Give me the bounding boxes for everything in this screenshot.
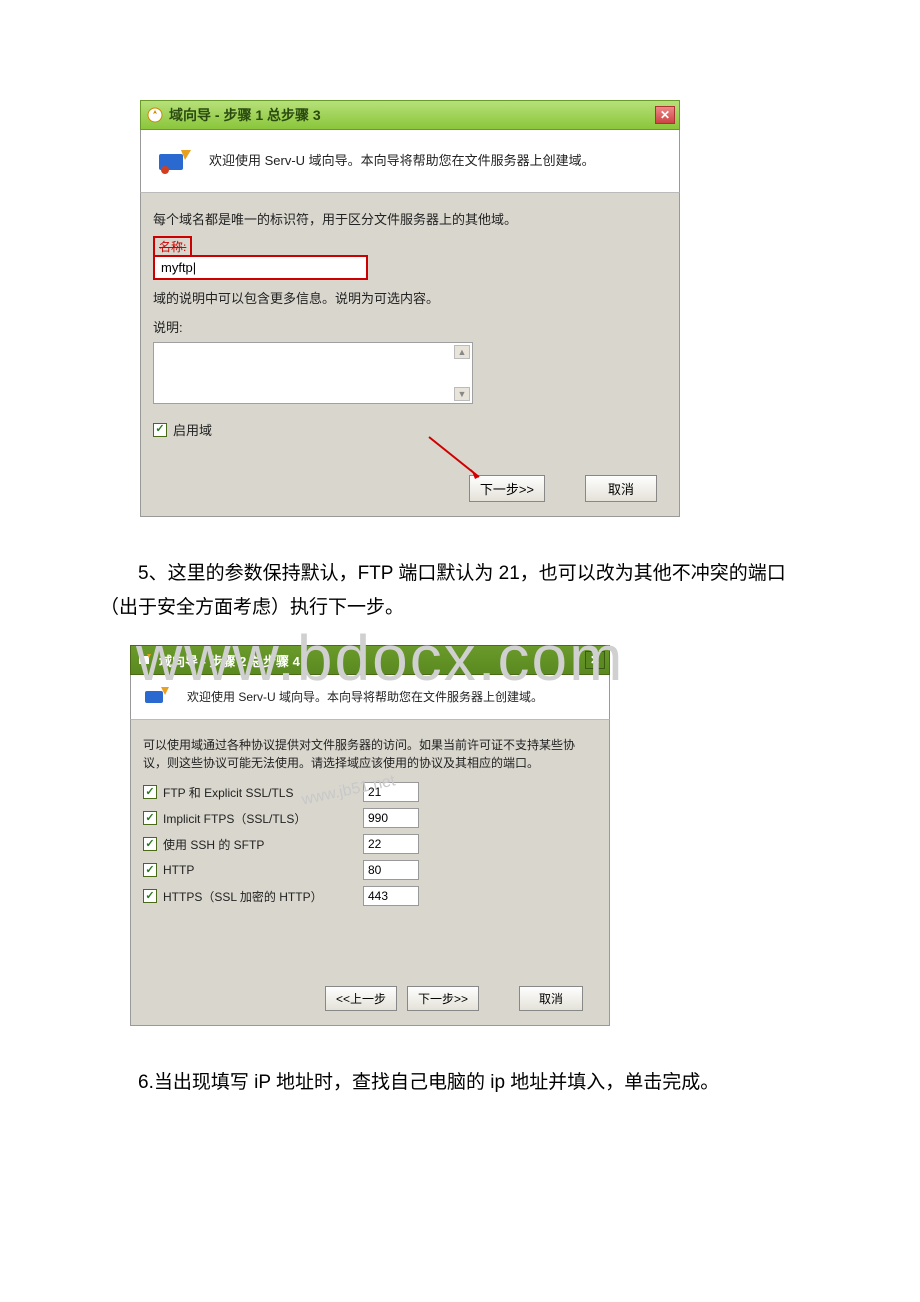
close-icon: ✕ <box>660 108 670 122</box>
titlebar: 域向导 - 步骤 2 总步骤 4 ✕ <box>130 645 610 675</box>
port-input[interactable] <box>363 782 419 802</box>
close-button[interactable]: ✕ <box>655 106 675 124</box>
step5-text: 5、这里的参数保持默认，FTP 端口默认为 21，也可以改为其他不冲突的端口（出… <box>100 557 820 625</box>
check-icon: ✓ <box>155 424 164 435</box>
check-icon: ✓ <box>145 891 154 902</box>
enable-domain-row: ✓ 启用域 <box>153 420 667 439</box>
protocol-checkbox[interactable]: ✓ <box>143 811 157 825</box>
prev-button[interactable]: <<上一步 <box>325 986 397 1011</box>
dialog-step1: 域向导 - 步骤 1 总步骤 3 ✕ 欢迎使用 Serv-U 域向导。本向导将帮… <box>140 100 680 517</box>
dialog-title: 域向导 - 步骤 1 总步骤 3 <box>169 105 321 125</box>
protocol-row: ✓ HTTP <box>143 860 597 880</box>
protocol-instruction: 可以使用域通过各种协议提供对文件服务器的访问。如果当前许可证不支持某些协议，则这… <box>143 736 597 772</box>
description-textarea[interactable]: ▲ ▼ <box>153 342 473 404</box>
instruction-text: 每个域名都是唯一的标识符，用于区分文件服务器上的其他域。 <box>153 209 667 228</box>
banner-wizard-icon <box>155 146 195 176</box>
protocol-label: HTTP <box>163 863 194 877</box>
dialog-body: 每个域名都是唯一的标识符，用于区分文件服务器上的其他域。 名称: 域的说明中可以… <box>140 192 680 517</box>
protocol-checkbox[interactable]: ✓ <box>143 863 157 877</box>
port-input[interactable] <box>363 834 419 854</box>
port-input[interactable] <box>363 808 419 828</box>
close-button[interactable]: ✕ <box>585 651 605 669</box>
page-root: 域向导 - 步骤 1 总步骤 3 ✕ 欢迎使用 Serv-U 域向导。本向导将帮… <box>0 100 920 1101</box>
cancel-button[interactable]: 取消 <box>519 986 583 1011</box>
desc-label: 说明: <box>153 317 667 336</box>
titlebar: 域向导 - 步骤 1 总步骤 3 ✕ <box>140 100 680 130</box>
port-input[interactable] <box>363 886 419 906</box>
protocol-checkbox[interactable]: ✓ <box>143 889 157 903</box>
protocol-checkbox[interactable]: ✓ <box>143 837 157 851</box>
name-label: 名称: <box>153 236 192 257</box>
close-icon: ✕ <box>590 653 600 667</box>
port-input[interactable] <box>363 860 419 880</box>
step6-text: 6.当出现填写 iP 地址时，查找自己电脑的 ip 地址并填入，单击完成。 <box>100 1066 820 1100</box>
protocol-row: ✓ HTTPS（SSL 加密的 HTTP） <box>143 886 597 906</box>
banner-text: 欢迎使用 Serv-U 域向导。本向导将帮助您在文件服务器上创建域。 <box>209 151 595 171</box>
banner: 欢迎使用 Serv-U 域向导。本向导将帮助您在文件服务器上创建域。 <box>130 675 610 719</box>
check-icon: ✓ <box>145 813 154 824</box>
protocol-checkbox[interactable]: ✓ <box>143 785 157 799</box>
button-row: 下一步>> 取消 <box>153 475 667 502</box>
cancel-button[interactable]: 取消 <box>585 475 657 502</box>
scroll-up-icon: ▲ <box>454 345 470 359</box>
banner-text: 欢迎使用 Serv-U 域向导。本向导将帮助您在文件服务器上创建域。 <box>187 688 543 706</box>
name-input[interactable] <box>155 257 366 278</box>
banner: 欢迎使用 Serv-U 域向导。本向导将帮助您在文件服务器上创建域。 <box>140 130 680 192</box>
check-icon: ✓ <box>145 865 154 876</box>
name-input-highlight <box>153 255 368 280</box>
dialog-step2: www.bdocx.com 域向导 - 步骤 2 总步骤 4 ✕ 欢迎使用 Se… <box>130 645 610 1026</box>
protocol-label: HTTPS（SSL 加密的 HTTP） <box>163 888 323 905</box>
enable-domain-checkbox[interactable]: ✓ <box>153 423 167 437</box>
next-button[interactable]: 下一步>> <box>407 986 479 1011</box>
scroll-down-icon: ▼ <box>454 387 470 401</box>
protocol-row: ✓ FTP 和 Explicit SSL/TLS <box>143 782 597 802</box>
enable-domain-label: 启用域 <box>173 420 212 439</box>
dialog-title: 域向导 - 步骤 2 总步骤 4 <box>159 651 300 670</box>
next-button[interactable]: 下一步>> <box>469 475 545 502</box>
check-icon: ✓ <box>145 787 154 798</box>
dialog-body: www.jb51.net 可以使用域通过各种协议提供对文件服务器的访问。如果当前… <box>130 719 610 1026</box>
protocol-row: ✓ Implicit FTPS（SSL/TLS） <box>143 808 597 828</box>
check-icon: ✓ <box>145 839 154 850</box>
protocol-row: ✓ 使用 SSH 的 SFTP <box>143 834 597 854</box>
instruction-text-2: 域的说明中可以包含更多信息。说明为可选内容。 <box>153 288 667 307</box>
wizard-icon <box>147 107 163 123</box>
button-row: <<上一步 下一步>> 取消 <box>143 986 597 1011</box>
banner-wizard-icon <box>143 685 173 709</box>
protocol-list: ✓ FTP 和 Explicit SSL/TLS ✓ Implicit FTPS… <box>143 782 597 906</box>
protocol-label: 使用 SSH 的 SFTP <box>163 836 264 853</box>
protocol-label: FTP 和 Explicit SSL/TLS <box>163 784 293 801</box>
protocol-label: Implicit FTPS（SSL/TLS） <box>163 810 306 827</box>
wizard-icon <box>137 652 153 668</box>
